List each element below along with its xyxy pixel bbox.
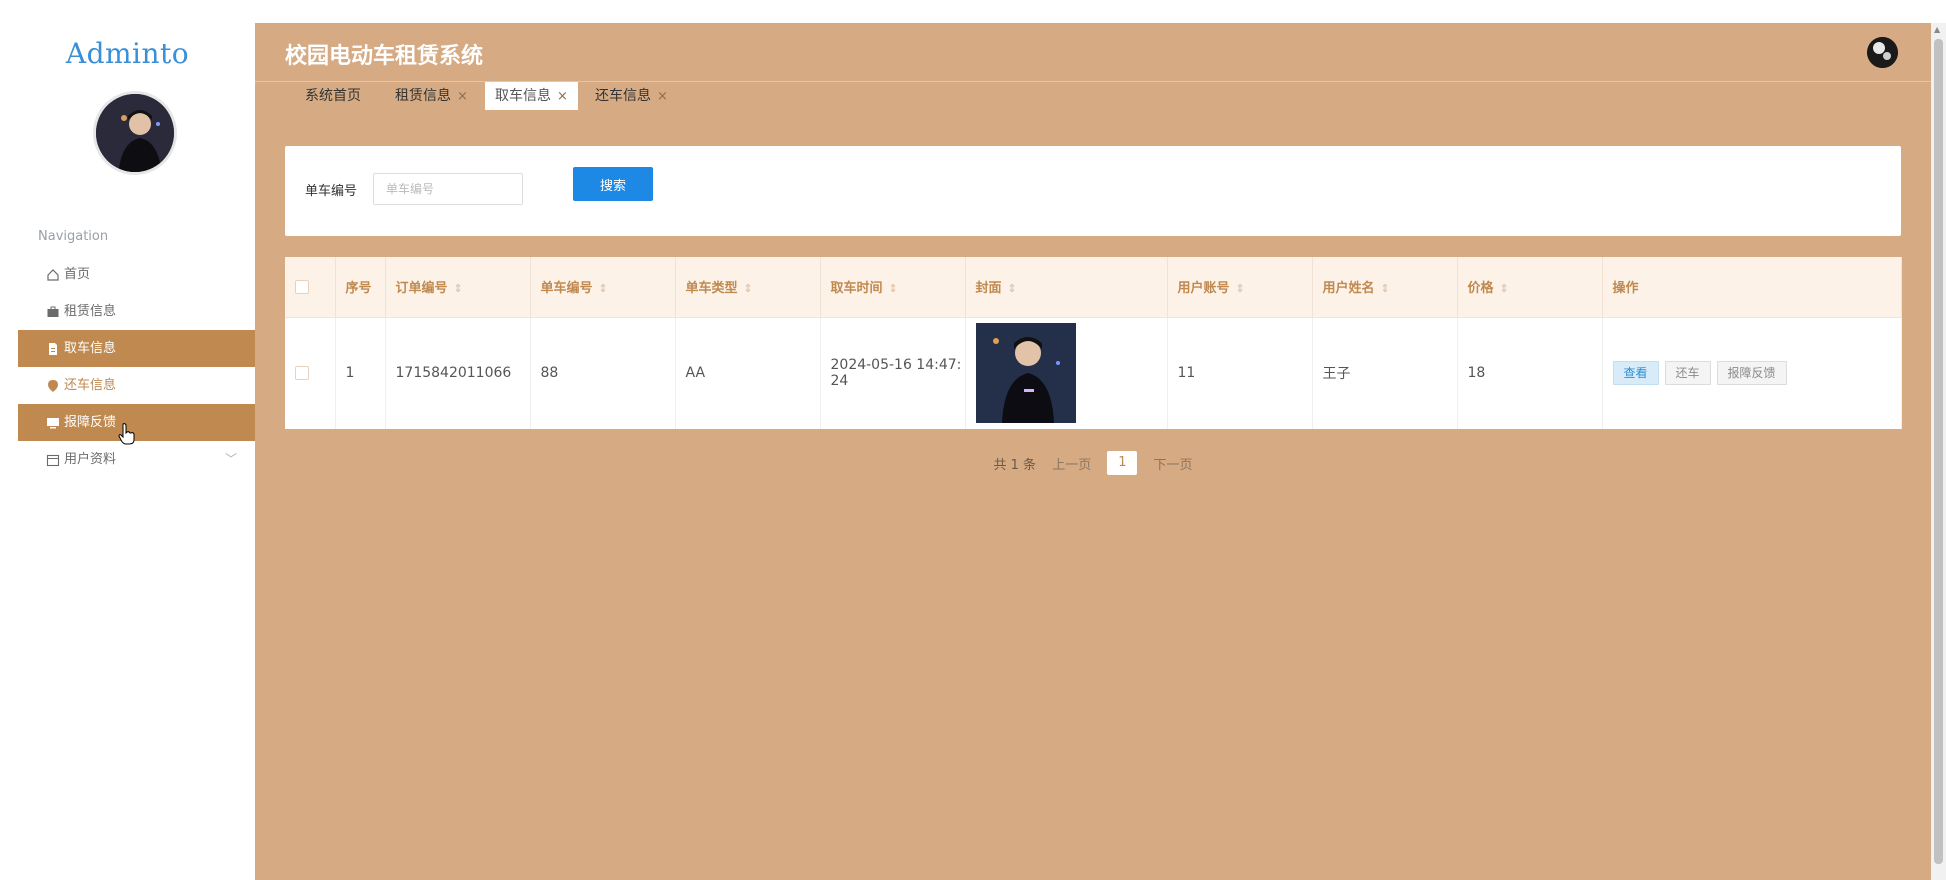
sidebar-item-user-profile[interactable]: 用户资料 ﹀ — [18, 441, 255, 478]
calendar-icon — [46, 454, 60, 467]
table-row: 1 1715842011066 88 AA 2024-05-16 14:47: 2… — [285, 316, 1902, 429]
sidebar-item-label: 还车信息 — [64, 378, 117, 393]
row-checkbox-cell — [285, 316, 336, 429]
sidebar: Adminto Navigation 首页 租赁信息 取车信息 还车信息 报障反… — [0, 23, 255, 880]
column-header[interactable]: 价格 ⇕ — [1457, 257, 1603, 317]
select-all-checkbox-cell — [285, 257, 336, 317]
column-header[interactable]: 单车类型 ⇕ — [675, 257, 821, 317]
sidebar-item-label: 租赁信息 — [64, 304, 117, 319]
pagination: 共 1 条 上一页 1 下一页 — [255, 451, 1931, 475]
tab-bar: 系统首页 租赁信息 × 取车信息 × 还车信息 × — [255, 81, 1931, 110]
chevron-down-icon: ﹀ — [224, 452, 237, 466]
location-pin-icon — [48, 380, 58, 392]
sidebar-item-label: 取车信息 — [64, 341, 117, 356]
column-header[interactable]: 取车时间 ⇕ — [820, 257, 966, 317]
cover-image[interactable] — [975, 323, 1076, 424]
bike-number-search-input[interactable] — [373, 173, 523, 205]
cell-index: 1 — [335, 316, 386, 429]
sidebar-item-rental-info[interactable]: 租赁信息 — [18, 293, 255, 330]
scroll-up-arrow-icon[interactable]: ▲ — [1934, 25, 1940, 34]
user-avatar[interactable] — [1867, 37, 1898, 68]
column-header[interactable]: 封面 ⇕ — [965, 257, 1168, 317]
view-button[interactable]: 查看 — [1612, 361, 1659, 386]
close-icon[interactable]: × — [457, 89, 468, 104]
sidebar-item-home[interactable]: 首页 — [18, 256, 255, 293]
prev-page-button[interactable]: 上一页 — [1052, 454, 1091, 473]
sort-icon[interactable]: ⇕ — [599, 282, 608, 295]
tab-label: 还车信息 — [595, 88, 651, 104]
sort-icon[interactable]: ⇕ — [744, 282, 753, 295]
search-button[interactable]: 搜索 — [573, 167, 653, 201]
sort-icon[interactable]: ⇕ — [454, 282, 463, 295]
sort-icon[interactable]: ⇕ — [1008, 282, 1017, 295]
top-bar: 校园电动车租赁系统 — [255, 23, 1931, 81]
tab-pickup-info[interactable]: 取车信息 × — [485, 82, 578, 110]
cell-price: 18 — [1457, 316, 1603, 429]
row-checkbox[interactable] — [295, 366, 309, 381]
cell-user-name: 王子 — [1312, 316, 1458, 429]
close-icon[interactable]: × — [557, 89, 568, 104]
cell-bike-type: AA — [675, 316, 821, 429]
sidebar-item-label: 报障反馈 — [64, 415, 117, 430]
sort-icon[interactable]: ⇕ — [1236, 282, 1245, 295]
sidebar-item-pickup-info[interactable]: 取车信息 — [18, 330, 255, 367]
pagination-total: 共 1 条 — [993, 457, 1037, 473]
tab-label: 租赁信息 — [395, 88, 451, 104]
hand-cursor-icon — [118, 423, 135, 445]
home-icon — [47, 269, 59, 281]
cell-cover — [965, 316, 1168, 429]
table-header-row: 序号 订单编号 ⇕ 单车编号 ⇕ 单车类型 ⇕ 取车时间 ⇕ 封面 ⇕ 用户账号 ⇕ 用户姓… — [285, 257, 1902, 317]
current-page-number[interactable]: 1 — [1107, 451, 1138, 475]
next-page-button[interactable]: 下一页 — [1153, 454, 1192, 473]
app-title: 校园电动车租赁系统 — [285, 44, 484, 69]
pickup-time-line2: 24 — [830, 373, 849, 390]
sidebar-item-label: 用户资料 — [64, 452, 117, 467]
sidebar-avatar[interactable] — [93, 91, 177, 175]
pickup-time-line1: 2024-05-16 14:47: — [830, 357, 962, 374]
sort-icon[interactable]: ⇕ — [1500, 282, 1509, 295]
tab-rental-info[interactable]: 租赁信息 × — [385, 82, 478, 110]
column-header[interactable]: 用户账号 ⇕ — [1167, 257, 1313, 317]
app-root: Adminto Navigation 首页 租赁信息 取车信息 还车信息 报障反… — [0, 0, 1946, 880]
select-all-checkbox[interactable] — [295, 279, 309, 294]
sidebar-item-return-info[interactable]: 还车信息 — [18, 367, 255, 404]
page-scrollbar[interactable]: ▲ — [1931, 23, 1946, 880]
sort-icon[interactable]: ⇕ — [889, 282, 898, 295]
cell-actions: 查看 还车 报障反馈 — [1602, 316, 1902, 429]
briefcase-icon — [47, 306, 59, 317]
document-icon — [49, 343, 57, 355]
monitor-icon — [47, 418, 59, 429]
report-fault-button[interactable]: 报障反馈 — [1716, 361, 1787, 386]
cell-bike-no: 88 — [530, 316, 676, 429]
tab-system-home[interactable]: 系统首页 — [295, 82, 371, 110]
sort-icon[interactable]: ⇕ — [1381, 282, 1390, 295]
column-header[interactable]: 用户姓名 ⇕ — [1312, 257, 1458, 317]
cell-order-no: 1715842011066 — [385, 316, 531, 429]
cell-user-account: 11 — [1167, 316, 1313, 429]
tab-return-info[interactable]: 还车信息 × — [585, 82, 678, 110]
column-header: 操作 — [1602, 257, 1902, 317]
return-bike-button[interactable]: 还车 — [1664, 361, 1711, 386]
search-panel: 单车编号 搜索 — [285, 146, 1901, 236]
sidebar-item-label: 首页 — [64, 267, 91, 282]
cell-pickup-time: 2024-05-16 14:47: 24 — [820, 316, 966, 429]
main-content: 校园电动车租赁系统 系统首页 租赁信息 × 取车信息 × 还车信息 × 单车编号… — [255, 23, 1931, 880]
nav-section-title: Navigation — [38, 229, 109, 244]
column-header[interactable]: 单车编号 ⇕ — [530, 257, 676, 317]
search-label: 单车编号 — [305, 184, 358, 199]
tab-label: 系统首页 — [305, 88, 361, 104]
pickup-table: 序号 订单编号 ⇕ 单车编号 ⇕ 单车类型 ⇕ 取车时间 ⇕ 封面 ⇕ 用户账号 ⇕ 用户姓… — [285, 257, 1902, 429]
tab-label: 取车信息 — [495, 88, 551, 104]
column-header[interactable]: 订单编号 ⇕ — [385, 257, 531, 317]
logo[interactable]: Adminto — [0, 37, 255, 70]
column-header: 序号 — [335, 257, 386, 317]
close-icon[interactable]: × — [657, 89, 668, 104]
scrollbar-thumb[interactable] — [1934, 39, 1943, 864]
